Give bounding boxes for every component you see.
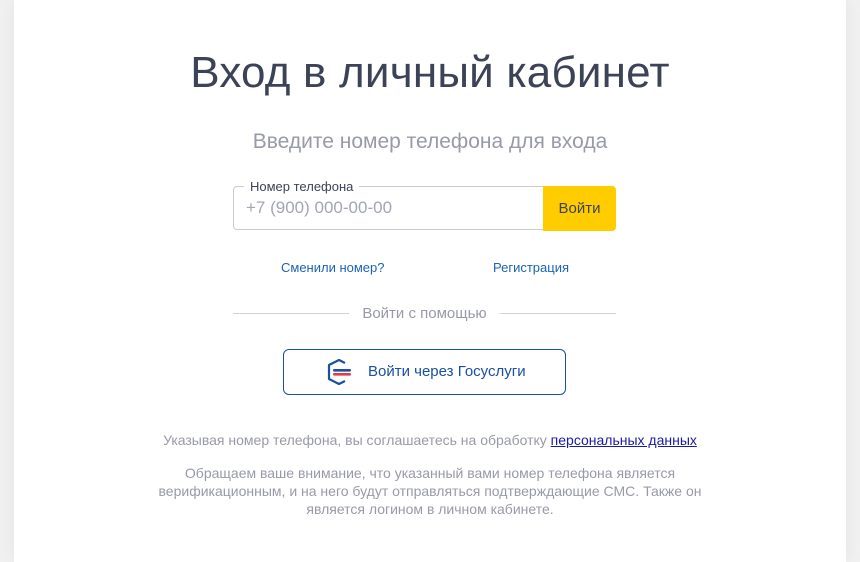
gosuslugi-login-label: Войти через Госуслуги	[368, 363, 526, 380]
gosuslugi-logo-icon	[327, 358, 351, 386]
divider-line-left	[233, 313, 349, 314]
gosuslugi-login-button[interactable]: Войти через Госуслуги	[283, 349, 566, 395]
login-button[interactable]: Войти	[543, 186, 616, 231]
page-subtitle: Введите номер телефона для входа	[252, 130, 608, 153]
register-link[interactable]: Регистрация	[493, 260, 569, 275]
phone-field-label: Номер телефона	[244, 179, 360, 195]
changed-number-link[interactable]: Сменили номер?	[281, 260, 385, 275]
verification-notice: Обращаем ваше внимание, что указанный ва…	[158, 465, 702, 517]
divider-line-right	[500, 313, 616, 314]
personal-data-link[interactable]: персональных данных	[551, 432, 697, 448]
phone-input[interactable]	[246, 198, 526, 218]
divider-text: Войти с помощью	[362, 305, 487, 322]
consent-text-body: Указывая номер телефона, вы соглашаетесь…	[163, 432, 551, 448]
phone-field[interactable]: Номер телефона	[233, 179, 545, 230]
consent-text: Указывая номер телефона, вы соглашаетесь…	[0, 432, 860, 448]
page-title: Вход в личный кабинет	[190, 48, 670, 97]
